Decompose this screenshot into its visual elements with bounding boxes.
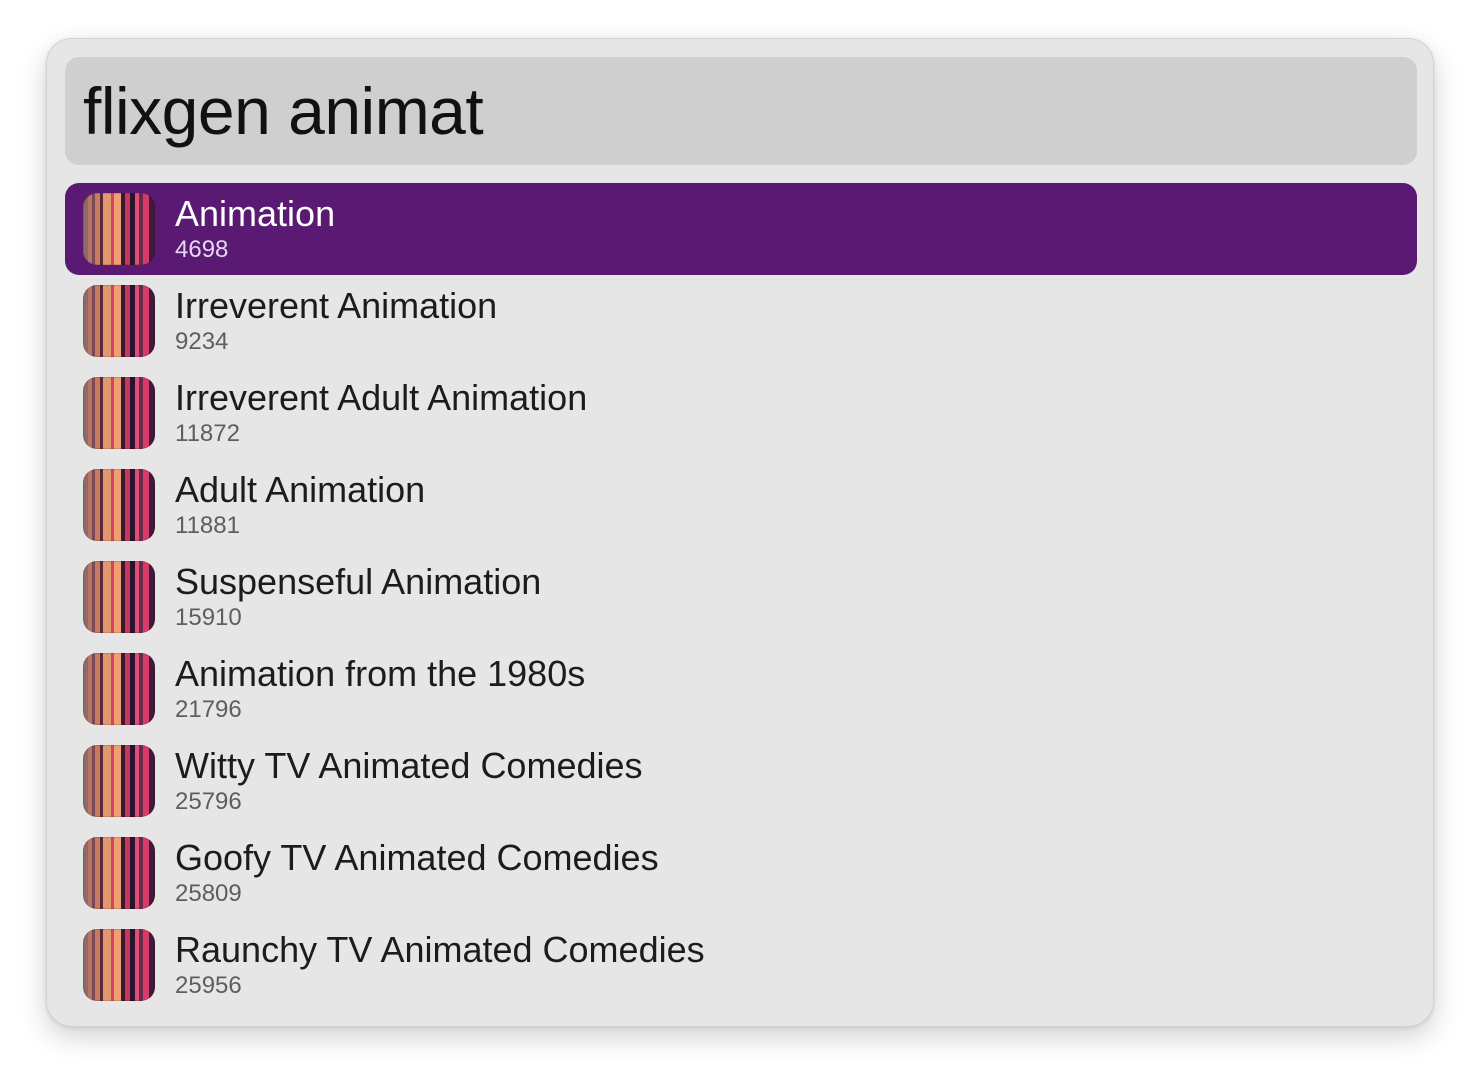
result-text: Adult Animation 11881	[175, 468, 426, 541]
result-count: 9234	[175, 327, 229, 355]
result-title: Animation from the 1980s	[175, 652, 586, 694]
result-count: 4698	[175, 235, 229, 263]
genre-stripes-icon	[83, 929, 155, 1001]
genre-stripes-icon	[83, 653, 155, 725]
result-item[interactable]: Goofy TV Animated Comedies 25809	[65, 827, 1417, 919]
result-count: 21796	[175, 695, 242, 723]
result-title: Suspenseful Animation	[175, 560, 542, 602]
result-title: Adult Animation	[175, 468, 426, 510]
launcher-window: Animation 4698 Irreverent Animation 9234…	[46, 38, 1434, 1027]
genre-stripes-icon	[83, 193, 155, 265]
result-count: 11872	[175, 419, 240, 447]
result-item[interactable]: Irreverent Animation 9234	[65, 275, 1417, 367]
result-item[interactable]: Animation from the 1980s 21796	[65, 643, 1417, 735]
result-count: 25956	[175, 971, 242, 999]
result-item[interactable]: Raunchy TV Animated Comedies 25956	[65, 919, 1417, 1011]
result-text: Witty TV Animated Comedies 25796	[175, 744, 643, 817]
results-list: Animation 4698 Irreverent Animation 9234…	[65, 183, 1417, 1011]
result-title: Goofy TV Animated Comedies	[175, 836, 659, 878]
result-count: 15910	[175, 603, 242, 631]
genre-stripes-icon	[83, 561, 155, 633]
result-title: Irreverent Animation	[175, 284, 498, 326]
result-title: Irreverent Adult Animation	[175, 376, 588, 418]
result-count: 25809	[175, 879, 242, 907]
genre-stripes-icon	[83, 837, 155, 909]
search-bar[interactable]	[65, 57, 1417, 165]
result-text: Raunchy TV Animated Comedies 25956	[175, 928, 705, 1001]
result-text: Suspenseful Animation 15910	[175, 560, 542, 633]
result-count: 25796	[175, 787, 242, 815]
result-text: Goofy TV Animated Comedies 25809	[175, 836, 659, 909]
result-item[interactable]: Witty TV Animated Comedies 25796	[65, 735, 1417, 827]
result-title: Animation	[175, 192, 336, 234]
result-item[interactable]: Irreverent Adult Animation 11872	[65, 367, 1417, 459]
result-title: Witty TV Animated Comedies	[175, 744, 643, 786]
genre-stripes-icon	[83, 745, 155, 817]
genre-stripes-icon	[83, 377, 155, 449]
result-text: Irreverent Animation 9234	[175, 284, 498, 357]
result-text: Animation 4698	[175, 192, 336, 265]
genre-stripes-icon	[83, 285, 155, 357]
result-text: Animation from the 1980s 21796	[175, 652, 586, 725]
result-item[interactable]: Animation 4698	[65, 183, 1417, 275]
genre-stripes-icon	[83, 469, 155, 541]
result-count: 11881	[175, 511, 240, 539]
search-input[interactable]	[83, 57, 1399, 165]
result-item[interactable]: Adult Animation 11881	[65, 459, 1417, 551]
result-item[interactable]: Suspenseful Animation 15910	[65, 551, 1417, 643]
result-title: Raunchy TV Animated Comedies	[175, 928, 705, 970]
result-text: Irreverent Adult Animation 11872	[175, 376, 588, 449]
